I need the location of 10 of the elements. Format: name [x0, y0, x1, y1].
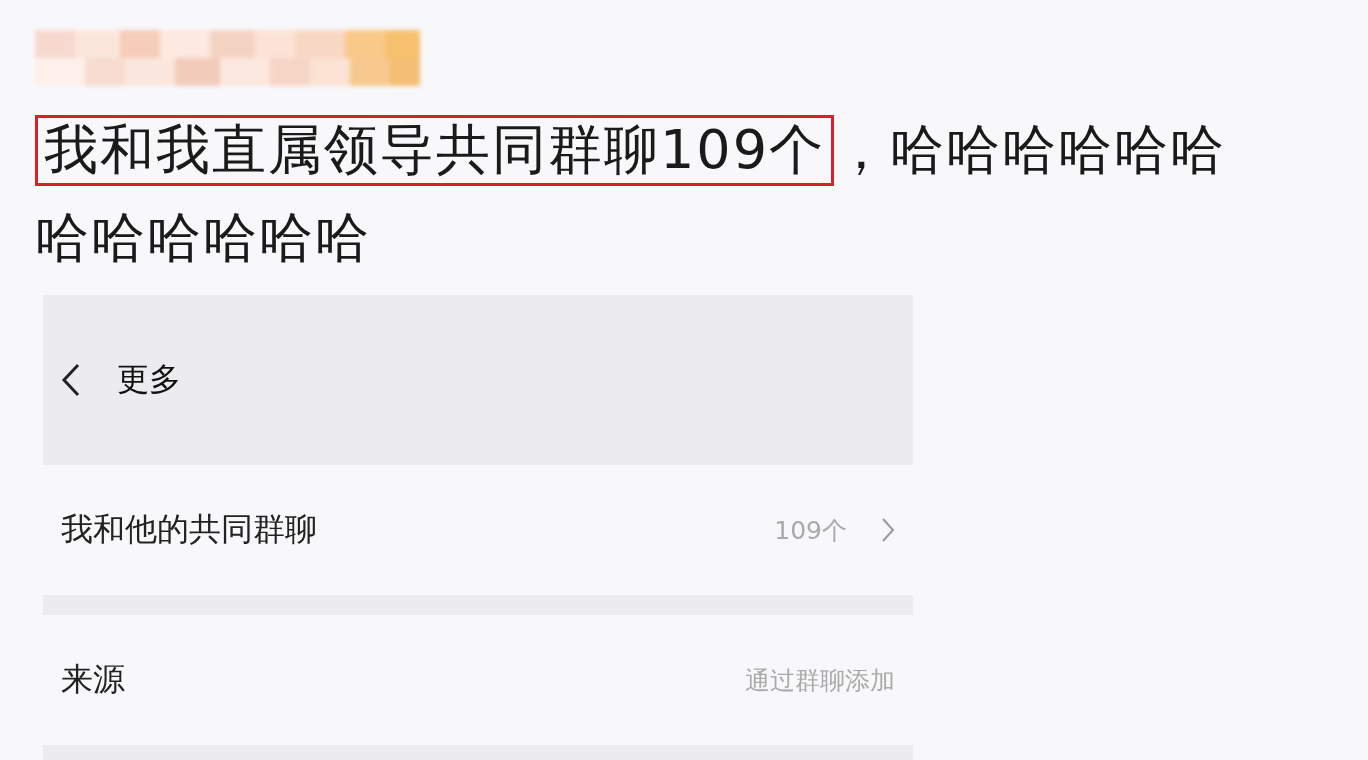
highlighted-text: 我和我直属领导共同群聊109个	[35, 115, 835, 186]
back-icon[interactable]	[61, 363, 81, 397]
row-value: 109个	[774, 514, 847, 547]
chevron-icon	[881, 517, 895, 543]
post-text: ，哈哈哈哈哈哈	[834, 118, 1227, 181]
post-text: 哈哈哈哈哈哈	[35, 206, 371, 269]
header-title: 更多	[117, 359, 181, 400]
row-label: 我和他的共同群聊	[61, 509, 318, 550]
row-label: 来源	[61, 659, 126, 700]
row-value: 通过群聊添加	[745, 664, 895, 697]
